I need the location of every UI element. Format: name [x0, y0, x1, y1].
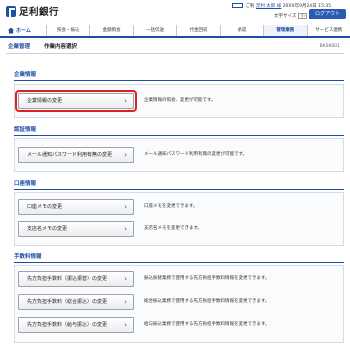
header: 足利銀行 ご利 足利 太郎 様 20XX年9月24日 15:35 文字サイズ 小… [0, 0, 350, 22]
button-label: メール通知パスワード利用有無の変更 [27, 152, 113, 158]
nav-item-service-link[interactable]: サービス連携 [306, 25, 350, 36]
chevron-right-icon: › [124, 151, 127, 159]
nav-item-collection[interactable]: 代金回収 [176, 25, 219, 36]
breadcrumb-section: 企業管理 [8, 44, 31, 50]
chevron-right-icon: › [124, 298, 127, 306]
section-heading-auth: 認証情報 [14, 127, 37, 133]
section-rule [14, 80, 344, 81]
text-size-label: 文字サイズ [274, 14, 297, 19]
row-description: メール通知パスワード利用有無の変更が可能です。 [144, 152, 248, 157]
section-heading-account: 口座情報 [14, 181, 37, 187]
nav-item-batch[interactable]: 一括伝送 [132, 25, 176, 36]
page-title: 作業内容選択 [44, 44, 78, 50]
screen-id: BKSK001 [319, 43, 340, 49]
section-rule [14, 189, 344, 190]
chevron-right-icon: › [124, 203, 127, 211]
button-label: 先方負担手数料（給与振込）の変更 [27, 322, 108, 328]
account-memo-change-button[interactable]: 口座メモの変更 › [18, 199, 134, 215]
bank-logo-icon [6, 5, 16, 17]
chevron-right-icon: › [124, 275, 127, 283]
button-label: 先方負担手数料（振込振替）の変更 [27, 276, 108, 282]
row-description: 総合振込業務で使用する先方負担手数料情報を変更できます。 [144, 299, 270, 304]
button-label: 先方負担手数料（総合振込）の変更 [27, 299, 108, 305]
nav-home-label: ホーム [16, 28, 31, 34]
nav-item-management[interactable]: 管理業務 [263, 25, 307, 36]
nav-home[interactable]: ホーム [0, 25, 46, 36]
list-item: 支店名メモの変更 › 支店名メモを変更できます。 [18, 221, 340, 237]
list-item: 先方負担手数料（給与振込）の変更 › 給与振込業務で使用する先方負担手数料情報を… [18, 317, 340, 333]
breadcrumb: 企業管理 作業内容選択 BKSK001 [0, 40, 350, 52]
text-size-small-button[interactable]: 小 [298, 13, 308, 19]
section-heading-fee: 手数料情報 [14, 254, 42, 260]
title-divider [6, 53, 344, 54]
global-nav: ホーム 照会・振込 金額照会 一括伝送 代金回収 承認 管理業務 サービス連携 [0, 25, 350, 36]
button-label: 口座メモの変更 [27, 204, 63, 210]
button-label: 企業情報の変更 [27, 98, 63, 104]
nav-item-balance[interactable]: 金額照会 [89, 25, 132, 36]
list-item: 口座メモの変更 › 口座メモを変更できます。 [18, 199, 340, 215]
nav-item-approval[interactable]: 承認 [219, 25, 263, 36]
mail-password-setting-button[interactable]: メール通知パスワード利用有無の変更 › [18, 147, 134, 163]
section-rule [14, 262, 344, 263]
company-info-change-button[interactable]: 企業情報の変更 › [15, 90, 137, 112]
chevron-right-icon: › [124, 225, 127, 233]
section-rule [14, 135, 344, 136]
row-description: 企業情報の照会、変更が可能です。 [144, 98, 216, 103]
branch-memo-change-button[interactable]: 支店名メモの変更 › [18, 221, 134, 237]
mail-icon[interactable] [232, 3, 243, 8]
row-description: 口座メモを変更できます。 [144, 204, 198, 209]
chevron-right-icon: › [124, 321, 127, 329]
nav-divider [0, 36, 350, 38]
nav-item-transfer[interactable]: 照会・振込 [46, 25, 89, 36]
button-label: 支店名メモの変更 [27, 226, 68, 232]
user-prefix: ご利 [245, 4, 255, 9]
user-name[interactable]: 足利 太郎 様 [256, 4, 281, 9]
home-icon [8, 27, 14, 34]
section-heading-company: 企業情報 [14, 72, 37, 78]
fee-bulk-transfer-change-button[interactable]: 先方負担手数料（総合振込）の変更 › [18, 294, 134, 310]
fee-transfer-change-button[interactable]: 先方負担手数料（振込振替）の変更 › [18, 271, 134, 287]
fee-payroll-transfer-change-button[interactable]: 先方負担手数料（給与振込）の変更 › [18, 317, 134, 333]
bank-name: 足利銀行 [19, 7, 60, 18]
bank-logo[interactable]: 足利銀行 [6, 4, 59, 18]
list-item: 先方負担手数料（振込振替）の変更 › 振込振替業務で使用する先方負担手数料情報を… [18, 271, 340, 287]
row-description: 振込振替業務で使用する先方負担手数料情報を変更できます。 [144, 276, 270, 281]
logout-button[interactable]: ログアウト [309, 9, 346, 19]
list-item: 先方負担手数料（総合振込）の変更 › 総合振込業務で使用する先方負担手数料情報を… [18, 294, 340, 310]
list-item: 企業情報の変更 › 企業情報の照会、変更が可能です。 [15, 90, 340, 112]
chevron-right-icon: › [124, 97, 127, 105]
row-description: 支店名メモを変更できます。 [144, 226, 203, 231]
list-item: メール通知パスワード利用有無の変更 › メール通知パスワード利用有無の変更が可能… [18, 147, 340, 163]
row-description: 給与振込業務で使用する先方負担手数料情報を変更できます。 [144, 322, 270, 327]
